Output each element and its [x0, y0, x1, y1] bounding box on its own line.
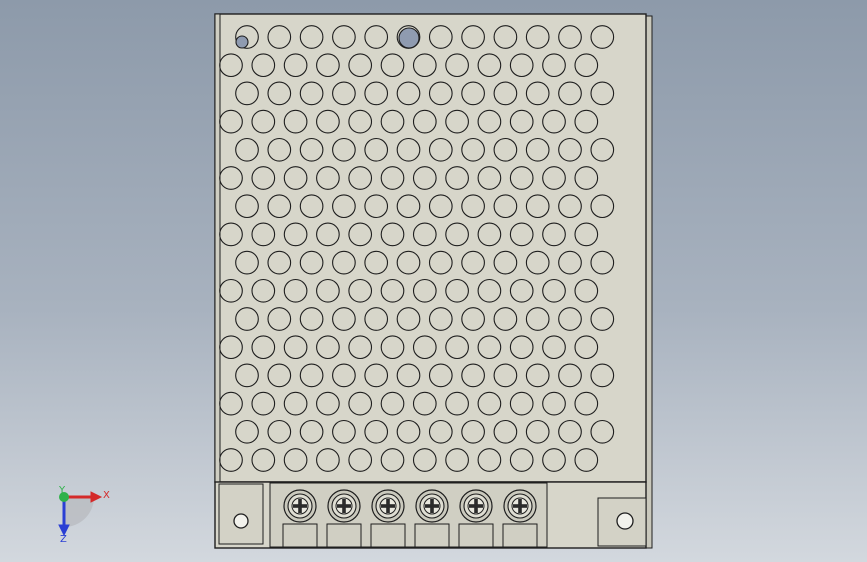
terminal-screw[interactable] — [327, 489, 361, 523]
through-hole — [398, 27, 420, 49]
through-hole — [235, 35, 249, 49]
triad-x-arrowhead — [90, 491, 103, 503]
left-mount-hole[interactable] — [233, 513, 249, 529]
terminal-screw[interactable] — [283, 489, 317, 523]
triad-y-label: Y — [58, 485, 66, 496]
perforated-cover[interactable] — [214, 13, 647, 483]
triad-z-label: Z — [60, 534, 67, 545]
right-mount-hole[interactable] — [616, 512, 634, 530]
terminal-screw[interactable] — [415, 489, 449, 523]
triad-shade — [64, 497, 94, 527]
left-flange — [214, 13, 221, 483]
terminal-screw[interactable] — [371, 489, 405, 523]
terminal-screw[interactable] — [503, 489, 537, 523]
cad-viewport[interactable]: X Y Z — [0, 0, 867, 562]
terminal-screw[interactable] — [459, 489, 493, 523]
power-supply-model[interactable] — [214, 13, 653, 549]
triad-x-label: X — [103, 490, 110, 501]
coordinate-triad: X Y Z — [58, 485, 110, 545]
